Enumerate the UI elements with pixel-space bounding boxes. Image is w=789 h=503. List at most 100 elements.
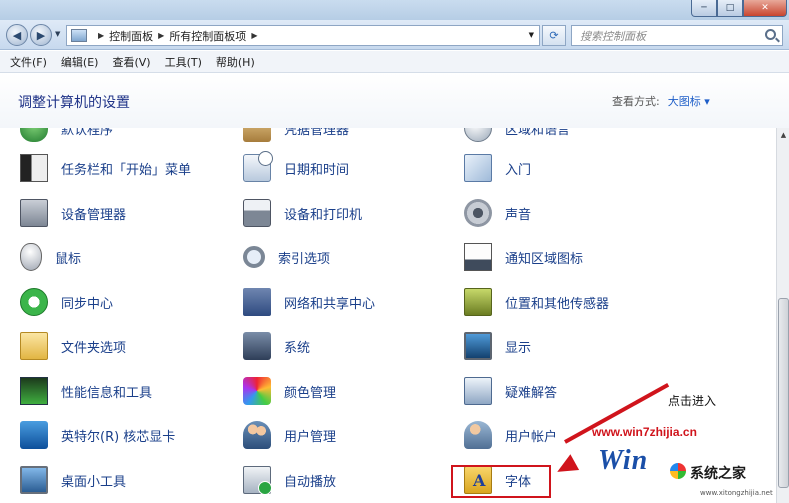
forward-button[interactable]: ▶ — [30, 24, 52, 46]
menu-help[interactable]: 帮助(H) — [216, 54, 255, 70]
item-performance[interactable]: 性能信息和工具 — [20, 376, 152, 406]
address-field[interactable]: ▶ 控制面板 ▶ 所有控制面板项 ▶ ▼ — [66, 25, 540, 46]
intel-graphics-icon — [20, 421, 48, 449]
recent-pages-dropdown[interactable]: ▼ — [55, 30, 60, 38]
menu-view[interactable]: 查看(V) — [112, 54, 150, 70]
maximize-button[interactable]: □ — [717, 0, 743, 17]
item-label: 凭据管理器 — [284, 128, 350, 138]
close-button[interactable]: ✕ — [743, 0, 787, 17]
item-troubleshooting[interactable]: 疑难解答 — [464, 376, 557, 406]
address-dropdown-icon[interactable]: ▼ — [529, 31, 534, 39]
item-label: 显示 — [505, 340, 532, 356]
item-display[interactable]: 显示 — [464, 331, 531, 361]
mouse-icon — [20, 243, 42, 271]
item-getting-started[interactable]: 入门 — [464, 153, 531, 183]
gadgets-icon — [20, 466, 48, 494]
item-network-sharing[interactable]: 网络和共享中心 — [243, 287, 375, 317]
item-device-manager[interactable]: 设备管理器 — [20, 198, 126, 228]
sensor-icon — [464, 288, 492, 316]
view-by-dropdown[interactable]: 大图标 ▾ — [668, 95, 710, 108]
control-panel-icon — [71, 29, 87, 42]
item-desktop-gadgets[interactable]: 桌面小工具 — [20, 465, 126, 495]
watermark-site-name: 系统之家 — [690, 465, 746, 481]
item-label: 声音 — [505, 207, 532, 223]
watermark-small-url: www.xitongzhijia.net — [700, 489, 773, 497]
performance-icon — [20, 377, 48, 405]
item-label: 用户管理 — [284, 429, 337, 445]
back-button[interactable]: ◀ — [6, 24, 28, 46]
menu-bar: 文件(F) 编辑(E) 查看(V) 工具(T) 帮助(H) — [0, 51, 789, 73]
item-autoplay[interactable]: 自动播放 — [243, 465, 336, 495]
users-icon — [243, 421, 271, 449]
page-title: 调整计算机的设置 — [18, 95, 130, 111]
breadcrumb-all-items[interactable]: 所有控制面板项 — [169, 28, 246, 44]
vertical-scrollbar[interactable]: ▲ — [776, 128, 789, 503]
item-system[interactable]: 系统 — [243, 331, 310, 361]
taskbar-icon — [20, 154, 48, 182]
refresh-icon: ⟳ — [549, 29, 559, 42]
item-label: 英特尔(R) 核芯显卡 — [61, 429, 176, 445]
item-sound[interactable]: 声音 — [464, 198, 531, 228]
item-label: 默认程序 — [61, 128, 114, 138]
breadcrumb-separator-icon[interactable]: ▶ — [98, 31, 104, 40]
item-label: 鼠标 — [55, 251, 82, 267]
refresh-button[interactable]: ⟳ — [542, 25, 566, 46]
item-label: 通知区域图标 — [505, 251, 584, 267]
fonts-highlight-box — [451, 465, 551, 498]
item-intel-graphics[interactable]: 英特尔(R) 核芯显卡 — [20, 420, 175, 450]
item-indexing-options[interactable]: 索引选项 — [243, 242, 330, 272]
item-region-language[interactable]: 区域和语言 — [464, 128, 570, 143]
user-account-icon — [464, 421, 492, 449]
speaker-icon — [464, 199, 492, 227]
item-folder-options[interactable]: 文件夹选项 — [20, 331, 126, 361]
watermark-logo: Win — [598, 445, 649, 476]
color-management-icon — [243, 377, 271, 405]
item-color-management[interactable]: 颜色管理 — [243, 376, 336, 406]
menu-edit[interactable]: 编辑(E) — [61, 54, 99, 70]
item-credential-manager[interactable]: 凭据管理器 — [243, 128, 349, 143]
minimize-button[interactable]: ─ — [691, 0, 717, 17]
address-toolbar: ◀ ▶ ▼ ▶ 控制面板 ▶ 所有控制面板项 ▶ ▼ ⟳ 搜索控制面板 — [0, 20, 789, 50]
scroll-up-icon[interactable]: ▲ — [778, 128, 789, 143]
item-label: 索引选项 — [278, 251, 331, 267]
breadcrumb-control-panel[interactable]: 控制面板 — [109, 28, 153, 44]
scroll-thumb[interactable] — [778, 298, 789, 488]
item-default-programs[interactable]: 默认程序 — [20, 128, 113, 143]
item-label: 设备管理器 — [61, 207, 127, 223]
item-user-management[interactable]: 用户管理 — [243, 420, 336, 450]
search-input[interactable]: 搜索控制面板 — [571, 25, 783, 46]
back-arrow-icon: ◀ — [12, 28, 22, 42]
autoplay-icon — [243, 466, 272, 495]
search-icon[interactable] — [765, 29, 776, 40]
system-icon — [243, 332, 271, 360]
item-label: 颜色管理 — [284, 385, 337, 401]
title-bar: ─ □ ✕ — [0, 0, 789, 20]
item-label: 入门 — [505, 162, 532, 178]
breadcrumb-separator-icon[interactable]: ▶ — [251, 31, 257, 40]
item-label: 位置和其他传感器 — [505, 296, 610, 312]
item-date-time[interactable]: 日期和时间 — [243, 151, 350, 183]
control-panel-items: 默认程序 任务栏和「开始」菜单 设备管理器 鼠标 同步中心 文件夹选项 性能信息… — [0, 128, 776, 503]
display-icon — [464, 332, 492, 360]
item-mouse[interactable]: 鼠标 — [20, 242, 81, 272]
view-by: 查看方式: 大图标 ▾ — [612, 93, 710, 109]
menu-tools[interactable]: 工具(T) — [165, 54, 202, 70]
folder-icon — [20, 332, 48, 360]
credential-manager-icon — [243, 128, 271, 142]
default-programs-icon — [20, 128, 48, 142]
item-location-sensors[interactable]: 位置和其他传感器 — [464, 287, 609, 317]
device-manager-icon — [20, 199, 48, 227]
magnifier-icon — [243, 246, 265, 268]
item-taskbar-start-menu[interactable]: 任务栏和「开始」菜单 — [20, 153, 191, 183]
item-notification-icons[interactable]: 通知区域图标 — [464, 242, 583, 272]
item-user-accounts[interactable]: 用户帐户 — [464, 420, 557, 450]
item-label: 自动播放 — [284, 474, 337, 490]
item-sync-center[interactable]: 同步中心 — [20, 287, 113, 317]
menu-file[interactable]: 文件(F) — [10, 54, 47, 70]
breadcrumb-separator-icon[interactable]: ▶ — [158, 31, 164, 40]
item-label: 日期和时间 — [284, 162, 350, 178]
item-devices-printers[interactable]: 设备和打印机 — [243, 198, 362, 228]
item-label: 系统 — [284, 340, 311, 356]
item-label: 桌面小工具 — [61, 474, 127, 490]
window-controls: ─ □ ✕ — [691, 0, 787, 17]
